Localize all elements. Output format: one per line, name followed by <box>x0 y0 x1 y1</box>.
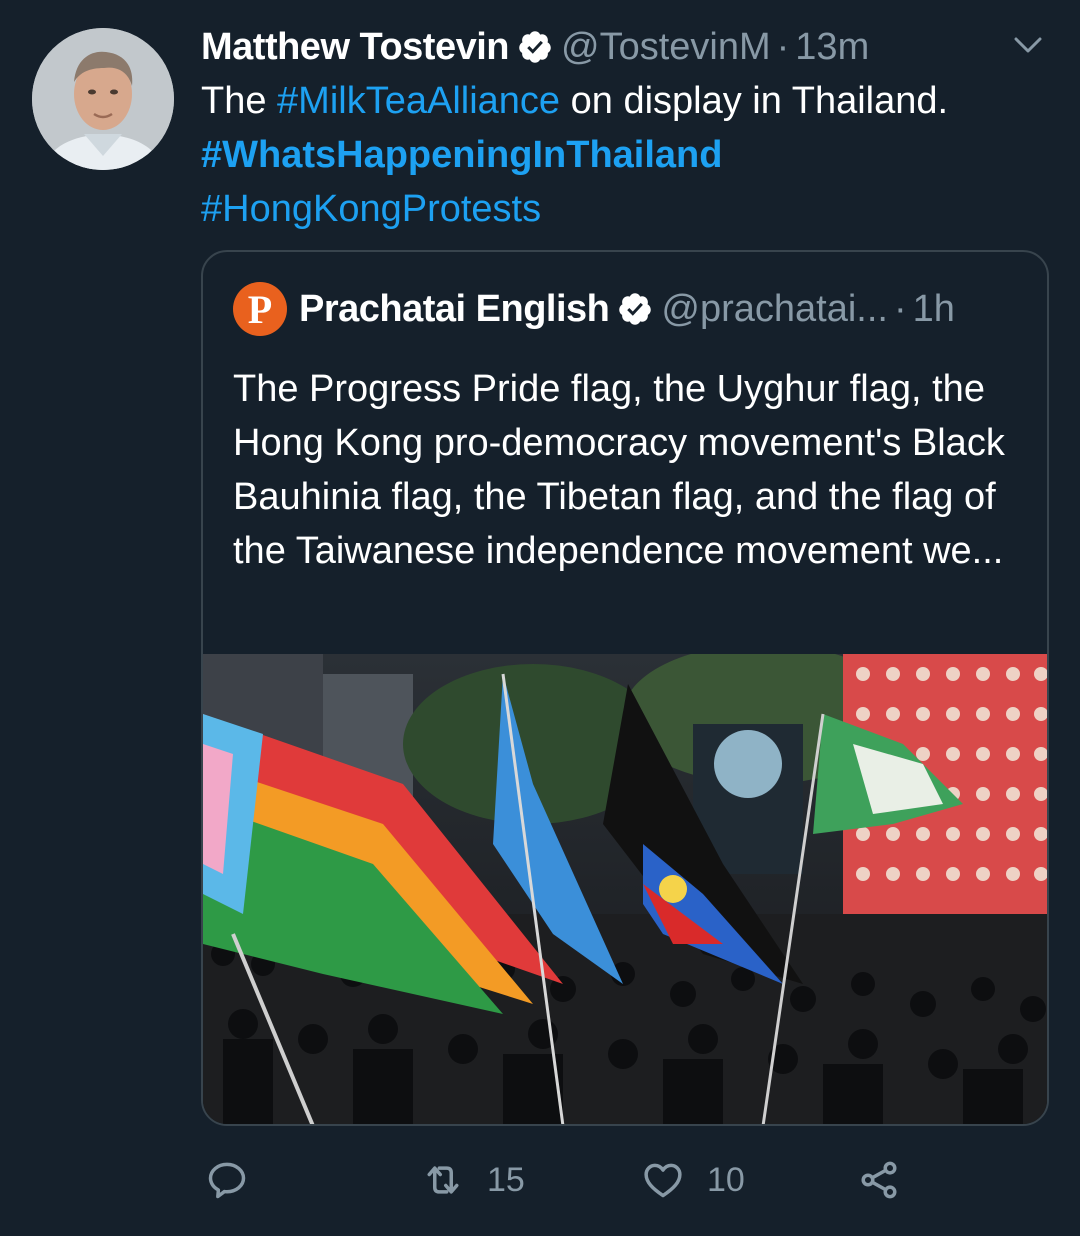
quoted-tweet[interactable]: P Prachatai English @prachatai... · 1h T… <box>201 250 1049 1126</box>
tweet-actions: 15 10 <box>201 1150 1061 1210</box>
prachatai-logo: P <box>233 282 287 336</box>
quoted-author-handle[interactable]: @prachatai... <box>661 288 888 331</box>
reply-icon <box>208 1162 246 1199</box>
share-icon <box>861 1161 897 1199</box>
author-name[interactable]: Matthew Tostevin <box>201 26 510 69</box>
hashtag-hongkongprotests[interactable]: #HongKongProtests <box>201 188 541 230</box>
share-button[interactable] <box>857 1150 901 1210</box>
hashtag-milkteaalliance[interactable]: #MilkTeaAlliance <box>277 80 560 122</box>
tweet-header: Matthew Tostevin @TostevinM · 13m <box>201 24 869 70</box>
tweet-text: The #MilkTeaAlliance on display in Thail… <box>201 74 1061 236</box>
verified-badge-icon <box>519 31 551 63</box>
quoted-tweet-header: P Prachatai English @prachatai... · 1h <box>233 282 1023 336</box>
avatar-photo <box>32 28 174 170</box>
tweet[interactable]: Matthew Tostevin @TostevinM · 13m The #M… <box>0 0 1080 1236</box>
quoted-author-name[interactable]: Prachatai English <box>299 288 610 331</box>
hashtag-whatshappeninginthailand[interactable]: #WhatsHappeningInThailand <box>201 134 722 176</box>
retweet-icon <box>427 1166 459 1194</box>
quoted-tweet-time: 1h <box>912 287 955 330</box>
avatar[interactable] <box>32 28 174 170</box>
like-count: 10 <box>707 1160 745 1199</box>
author-handle[interactable]: @TostevinM <box>561 26 771 69</box>
tweet-time[interactable]: 13m <box>795 26 869 69</box>
verified-badge-icon <box>619 293 652 325</box>
retweet-count: 15 <box>487 1160 525 1199</box>
retweet-button[interactable]: 15 <box>421 1150 525 1210</box>
tweet-text-prefix: The <box>201 80 278 122</box>
protest-flags-photo[interactable] <box>203 654 1049 1126</box>
heart-icon <box>644 1163 682 1198</box>
separator-dot: · <box>776 25 790 68</box>
chevron-down-icon[interactable] <box>1010 30 1046 60</box>
tweet-text-middle: on display in Thailand. <box>560 80 949 122</box>
like-button[interactable]: 10 <box>641 1150 745 1210</box>
reply-button[interactable] <box>205 1150 249 1210</box>
separator-dot: · <box>893 287 907 330</box>
quoted-tweet-text: The Progress Pride flag, the Uyghur flag… <box>233 368 1005 572</box>
